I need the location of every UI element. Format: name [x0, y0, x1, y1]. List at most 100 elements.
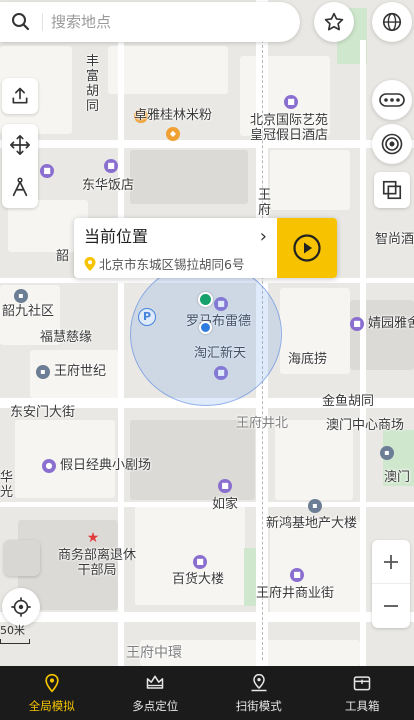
map-label: 北京国际艺苑皇冠假日酒店	[250, 113, 329, 143]
map-canvas[interactable]: 丰富胡同 ◆ 卓雅桂林米粉 ◆ 北京国际艺苑皇冠假日酒店 ■ 东华饭店 ■ ■ …	[0, 0, 414, 666]
map-label: 婧园雅舍	[368, 316, 414, 331]
map-poi: ■	[350, 316, 367, 331]
more-button[interactable]	[372, 80, 412, 120]
tab-label: 工具箱	[345, 698, 380, 713]
radar-button[interactable]	[372, 124, 412, 164]
star-icon	[324, 12, 344, 31]
zoom-controls	[372, 540, 410, 628]
tab-global-simulation[interactable]: 全局模拟	[0, 666, 104, 720]
zoom-out-button[interactable]	[372, 584, 410, 628]
map-poi: ▪	[380, 445, 397, 460]
road-label: 王府井北	[236, 416, 289, 431]
zoom-in-button[interactable]	[372, 540, 410, 584]
locate-icon	[11, 597, 31, 617]
tab-toolbox[interactable]: 工具箱	[311, 666, 414, 720]
map-label: 王府	[258, 188, 272, 218]
current-location-marker	[199, 321, 212, 334]
road-label: 王府中環	[126, 645, 182, 661]
hotel-icon: ■	[40, 163, 54, 178]
crown-icon	[147, 675, 164, 689]
map-label: 智尚酒	[375, 232, 414, 247]
search-input[interactable]: 搜索地点	[42, 13, 111, 31]
play-icon	[293, 234, 321, 262]
locate-button[interactable]	[2, 588, 40, 626]
map-poi: ■	[290, 567, 307, 582]
map-block	[135, 505, 245, 605]
radar-icon	[381, 133, 403, 155]
start-simulation-button[interactable]	[277, 218, 337, 278]
road	[360, 40, 366, 666]
map-poi: ■	[193, 554, 210, 569]
map-poi: ▪	[14, 288, 31, 303]
crop-icon	[382, 180, 402, 200]
map-label: 丰富胡同	[86, 54, 100, 114]
toolbox-icon	[354, 675, 371, 690]
minus-icon	[384, 605, 398, 607]
favorite-button[interactable]	[314, 2, 354, 42]
map-label: 商务部离退休干部局	[57, 548, 136, 578]
plus-icon	[384, 554, 398, 569]
office-icon: ▪	[308, 498, 322, 513]
location-info[interactable]: 当前位置 › 北京市东城区锡拉胡同6号	[74, 218, 277, 278]
shop-icon: ■	[290, 567, 304, 582]
map-poi: ◆	[166, 126, 183, 141]
map-label: 韶九社区	[2, 304, 55, 319]
map-poi: ●	[42, 458, 59, 473]
location-title: 当前位置	[84, 227, 149, 246]
tab-label: 多点定位	[132, 698, 179, 713]
shop-icon: ■	[193, 554, 207, 569]
target-marker[interactable]	[198, 292, 213, 307]
map-poi: ★	[86, 530, 103, 545]
map-label: 如家	[212, 497, 239, 512]
office-icon: ▪	[14, 288, 28, 303]
map-label: 王府世纪	[54, 364, 107, 379]
hotel-icon: ■	[284, 94, 298, 109]
crop-button[interactable]	[374, 172, 410, 208]
map-poi: ■	[218, 478, 235, 493]
tab-label: 扫街模式	[235, 698, 282, 713]
map-poi: ▪	[36, 364, 53, 379]
map-label: 海底捞	[288, 352, 328, 367]
move-button[interactable]	[2, 124, 38, 166]
globe-icon	[382, 12, 402, 32]
map-block	[108, 46, 228, 94]
search-bar[interactable]: 搜索地点	[0, 2, 300, 42]
hotel-icon: ■	[350, 316, 364, 331]
map-label: 卓雅桂林米粉	[134, 108, 213, 123]
map-label: 华光	[0, 470, 14, 500]
share-button[interactable]	[2, 78, 38, 114]
map-poi: ▪	[308, 498, 325, 513]
road	[0, 502, 414, 507]
layers-button[interactable]	[372, 2, 412, 42]
move-icon	[10, 135, 30, 155]
location-address: 北京市东城区锡拉胡同6号	[99, 257, 245, 272]
accuracy-circle	[130, 262, 282, 406]
theater-icon: ●	[42, 458, 56, 473]
map-poi: ■	[104, 158, 121, 173]
pin-icon	[45, 673, 59, 693]
map-label: 假日经典小剧场	[60, 458, 152, 473]
road	[0, 140, 414, 148]
share-icon	[12, 87, 28, 104]
bottom-nav: 全局模拟 多点定位 扫街模式 工具箱	[0, 666, 414, 720]
map-label: 澳门	[384, 470, 411, 485]
placeholder-button[interactable]	[4, 540, 40, 576]
restaurant-icon: ◆	[166, 126, 180, 141]
street-icon	[251, 673, 267, 691]
search-icon[interactable]	[0, 12, 42, 32]
location-card[interactable]: 当前位置 › 北京市东城区锡拉胡同6号	[74, 218, 337, 278]
map-label: 金鱼胡同	[322, 394, 375, 409]
walk-mode-button[interactable]	[2, 166, 38, 208]
map-tools-group	[2, 124, 38, 208]
tab-street-mode[interactable]: 扫街模式	[207, 666, 311, 720]
map-poi: ■	[40, 163, 57, 178]
map-block	[270, 150, 350, 210]
tab-multi-point[interactable]: 多点定位	[104, 666, 208, 720]
map-poi: ■	[284, 94, 301, 109]
map-label: 福慧慈缘	[40, 330, 93, 345]
mall-icon: ▪	[380, 445, 394, 460]
map-scale: 50米	[0, 622, 30, 644]
tab-label: 全局模拟	[28, 698, 75, 713]
map-label: 东安门大街	[10, 405, 76, 420]
map-label: 韶	[56, 249, 70, 264]
